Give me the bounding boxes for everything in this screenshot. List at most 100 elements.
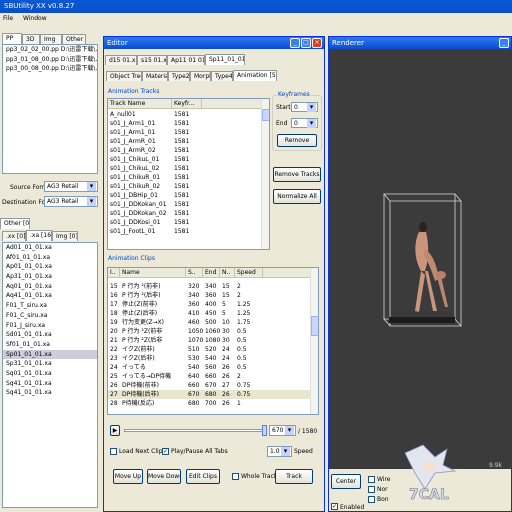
- track-row[interactable]: s01_J_Arm1_01 1581: [108, 128, 262, 137]
- play-button[interactable]: ▶: [110, 425, 120, 436]
- col-index[interactable]: I..: [108, 268, 120, 277]
- col-end[interactable]: End: [203, 268, 220, 277]
- track-row[interactable]: s01_J_DDKokan_01 1581: [108, 200, 262, 209]
- enabled-checkbox[interactable]: ✓: [331, 503, 338, 510]
- xa-file-item[interactable]: F01_T_siru.xa: [3, 301, 97, 311]
- end-stepper[interactable]: 0: [291, 118, 318, 128]
- clip-row[interactable]: 23 イクZ(后非) 530 540 24 0.5: [108, 354, 312, 363]
- clip-row[interactable]: 26 DP待機(前非) 660 670 27 0.75: [108, 381, 312, 390]
- timeline-thumb[interactable]: [262, 425, 267, 436]
- remove-button[interactable]: Remove: [277, 134, 317, 147]
- tab-type4[interactable]: Type4: [211, 71, 233, 81]
- tab-img[interactable]: Img: [40, 34, 62, 44]
- xa-file-item[interactable]: Af01_01_01.xa: [3, 253, 97, 263]
- start-stepper[interactable]: 0: [291, 102, 318, 112]
- clips-table[interactable]: I.. Name S.. End N.. Speed 15 P 行为 ²(前非) 3…: [107, 267, 319, 415]
- xa-file-item[interactable]: Sq41_01_01.xa: [3, 379, 97, 389]
- track-row[interactable]: s01_J_FootL_01 1581: [108, 227, 262, 236]
- clip-row[interactable]: 24 イってる 540 560 26 0.5: [108, 363, 312, 372]
- clip-row[interactable]: 22 イクZ(前非) 510 520 24 0.5: [108, 345, 312, 354]
- tab-animation[interactable]: Animation [53]: [233, 70, 277, 81]
- source-format-select[interactable]: AG3 Retail: [44, 181, 98, 192]
- track-row[interactable]: s01_J_ChikuR_02 1581: [108, 182, 262, 191]
- tab-img-files[interactable]: Img [0]: [52, 231, 78, 241]
- col-track-name[interactable]: Track Name: [108, 99, 172, 108]
- track-row[interactable]: s01_J_ArmR_01 1581: [108, 137, 262, 146]
- tab-object-tree[interactable]: Object Tree: [106, 71, 142, 81]
- track-row[interactable]: s01_J_DDKosi_01 1581: [108, 218, 262, 227]
- close-icon[interactable]: ×: [312, 38, 322, 48]
- move-down-button[interactable]: Move Down: [147, 469, 181, 484]
- edit-clips-button[interactable]: Edit Clips: [186, 469, 220, 484]
- tab-xx[interactable]: .xx [0]: [2, 231, 26, 241]
- tab-3d[interactable]: 3D: [22, 34, 40, 44]
- clip-row[interactable]: 27 DP待機(后非) 670 680 26 0.75: [108, 390, 312, 399]
- minimize-icon[interactable]: _: [499, 38, 509, 48]
- xa-file-item[interactable]: Ap01_01_01.xa: [3, 262, 97, 272]
- clip-row[interactable]: 28 P待機(反応) 680 700 26 1: [108, 399, 312, 408]
- clip-row[interactable]: 17 停止(Z(前非) 360 400 5 1.25: [108, 300, 312, 309]
- render-viewport[interactable]: 9.9k: [329, 49, 512, 469]
- xa-file-item[interactable]: Ap31_01_01.xa: [3, 272, 97, 282]
- file-tab-d15[interactable]: d15 01.xa: [105, 55, 137, 65]
- bones-checkbox[interactable]: [368, 496, 375, 503]
- col-next[interactable]: N..: [220, 268, 235, 277]
- col-start[interactable]: S..: [186, 268, 203, 277]
- track-row[interactable]: s01_J_ArmR_02 1581: [108, 146, 262, 155]
- tab-other-files[interactable]: Other [0]: [0, 218, 30, 229]
- xa-file-item[interactable]: Sd01_01_01.xa: [3, 330, 97, 340]
- clip-row[interactable]: 20 P 行为 ²Z(前非 1050 1060 30 0.5: [108, 327, 312, 336]
- track-button[interactable]: Track: [275, 469, 313, 484]
- col-name[interactable]: Name: [120, 268, 186, 277]
- file-tab-ap11[interactable]: Ap11 01 01.xa: [167, 55, 205, 65]
- xa-file-item[interactable]: Sp31_01_01.xa: [3, 359, 97, 369]
- speed-stepper[interactable]: 1.0: [267, 446, 292, 457]
- clip-row[interactable]: 21 P 行为 ²Z(后非 1070 1080 30 0.5: [108, 336, 312, 345]
- tab-morph[interactable]: Morph: [190, 71, 211, 81]
- file-tab-sp11[interactable]: Sp11_01_01.xa: [205, 54, 245, 65]
- tab-material[interactable]: Material: [142, 71, 168, 81]
- pp-file-item[interactable]: pp3_01_08_00.pp D:\迅雷下载\人工少女: [3, 55, 97, 65]
- play-pause-checkbox[interactable]: ✓: [162, 448, 169, 455]
- clip-row[interactable]: 15 P 行为 ²(前非) 320 340 15 2: [108, 282, 312, 291]
- pp-file-item[interactable]: pp3_00_08_00.pp D:\迅雷下载\人工少女: [3, 64, 97, 74]
- clip-row[interactable]: 16 P 行为 ²(后非) 340 360 15 2: [108, 291, 312, 300]
- xa-file-item[interactable]: Sq01_01_01.xa: [3, 369, 97, 379]
- tab-pp[interactable]: PP: [2, 33, 22, 44]
- scroll-thumb[interactable]: [262, 109, 269, 121]
- tracks-scrollbar[interactable]: [261, 99, 269, 249]
- xa-file-item[interactable]: Aq01_01_01.xa: [3, 282, 97, 292]
- clips-scrollbar[interactable]: [310, 268, 318, 414]
- remove-tracks-button[interactable]: Remove Tracks: [273, 167, 321, 182]
- wire-checkbox[interactable]: [368, 476, 375, 483]
- col-keyframes[interactable]: Keyfr...: [172, 99, 202, 108]
- whole-track-checkbox[interactable]: [232, 473, 239, 480]
- menu-file[interactable]: File: [3, 15, 13, 22]
- center-button[interactable]: Center: [331, 474, 361, 489]
- xa-file-item[interactable]: Ad01_01_01.xa: [3, 243, 97, 253]
- track-row[interactable]: s01_J_ChikuR_01 1581: [108, 173, 262, 182]
- load-next-clip-checkbox[interactable]: [110, 448, 117, 455]
- track-row[interactable]: A_null01 1581: [108, 110, 262, 119]
- xa-file-item[interactable]: Sp01_01_01.xa: [3, 349, 97, 360]
- clip-row[interactable]: 19 行为变更(Z→X) 460 500 10 1.75: [108, 318, 312, 327]
- xa-file-item[interactable]: F01_J_siru.xa: [3, 321, 97, 331]
- tab-xa[interactable]: .xa [16]: [26, 230, 52, 241]
- col-speed[interactable]: Speed: [235, 268, 263, 277]
- scroll-thumb[interactable]: [311, 316, 318, 336]
- frame-stepper[interactable]: 670: [269, 425, 296, 436]
- normalize-all-button[interactable]: Normalize All: [273, 189, 321, 204]
- track-row[interactable]: s01_J_DDKokan_02 1581: [108, 209, 262, 218]
- xa-file-item[interactable]: F01_C_siru.xa: [3, 311, 97, 321]
- tracks-table[interactable]: Track Name Keyfr... A_null01 1581 s01_J_Ar…: [107, 98, 270, 250]
- minimize-icon[interactable]: _: [290, 38, 300, 48]
- tab-type2[interactable]: Type2: [168, 71, 190, 81]
- destination-format-select[interactable]: AG3 Retail: [44, 196, 98, 207]
- xa-file-list[interactable]: Ad01_01_01.xa Af01_01_01.xa Ap01_01_01.xa A…: [2, 242, 98, 508]
- xa-file-item[interactable]: Aq41_01_01.xa: [3, 291, 97, 301]
- track-row[interactable]: s01_J_Arm1_01 1581: [108, 119, 262, 128]
- pp-file-item[interactable]: pp3_02_02_00.pp D:\迅雷下载\人工少女: [3, 45, 97, 55]
- file-tab-s15[interactable]: s15 01.xa: [137, 55, 167, 65]
- clip-row[interactable]: 25 イってる→DP待機 640 660 26 2: [108, 372, 312, 381]
- maximize-icon[interactable]: □: [301, 38, 311, 48]
